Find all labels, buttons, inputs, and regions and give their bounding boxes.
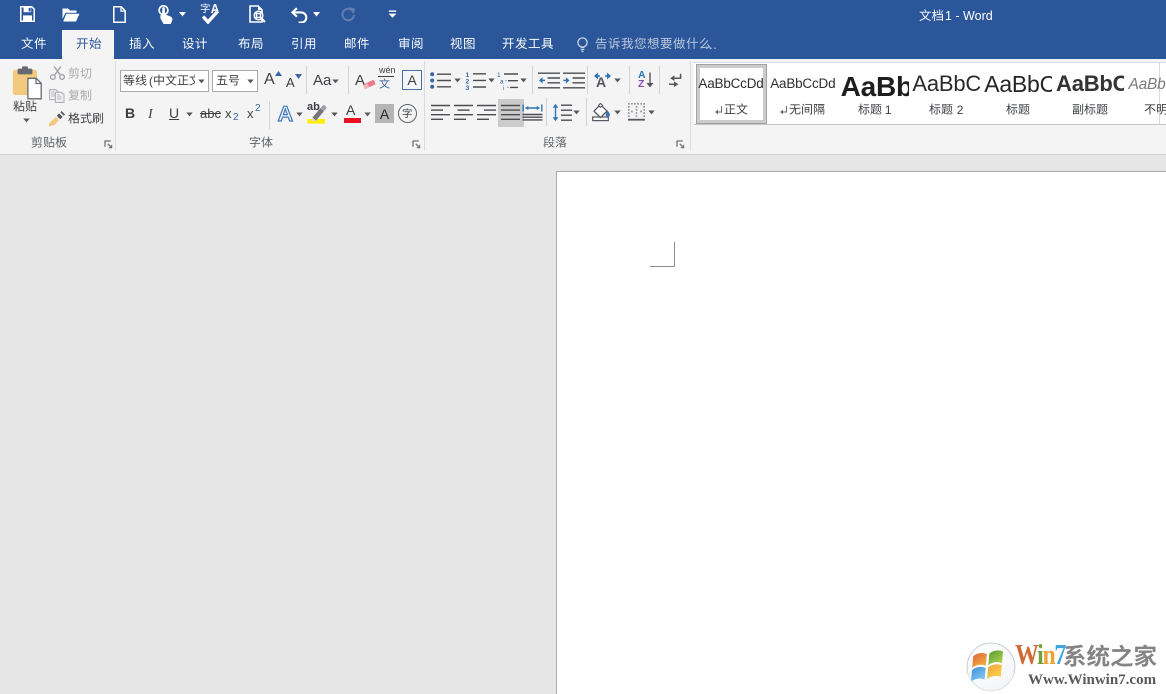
svg-text:3: 3 [466,85,470,91]
svg-text:i: i [503,85,504,90]
